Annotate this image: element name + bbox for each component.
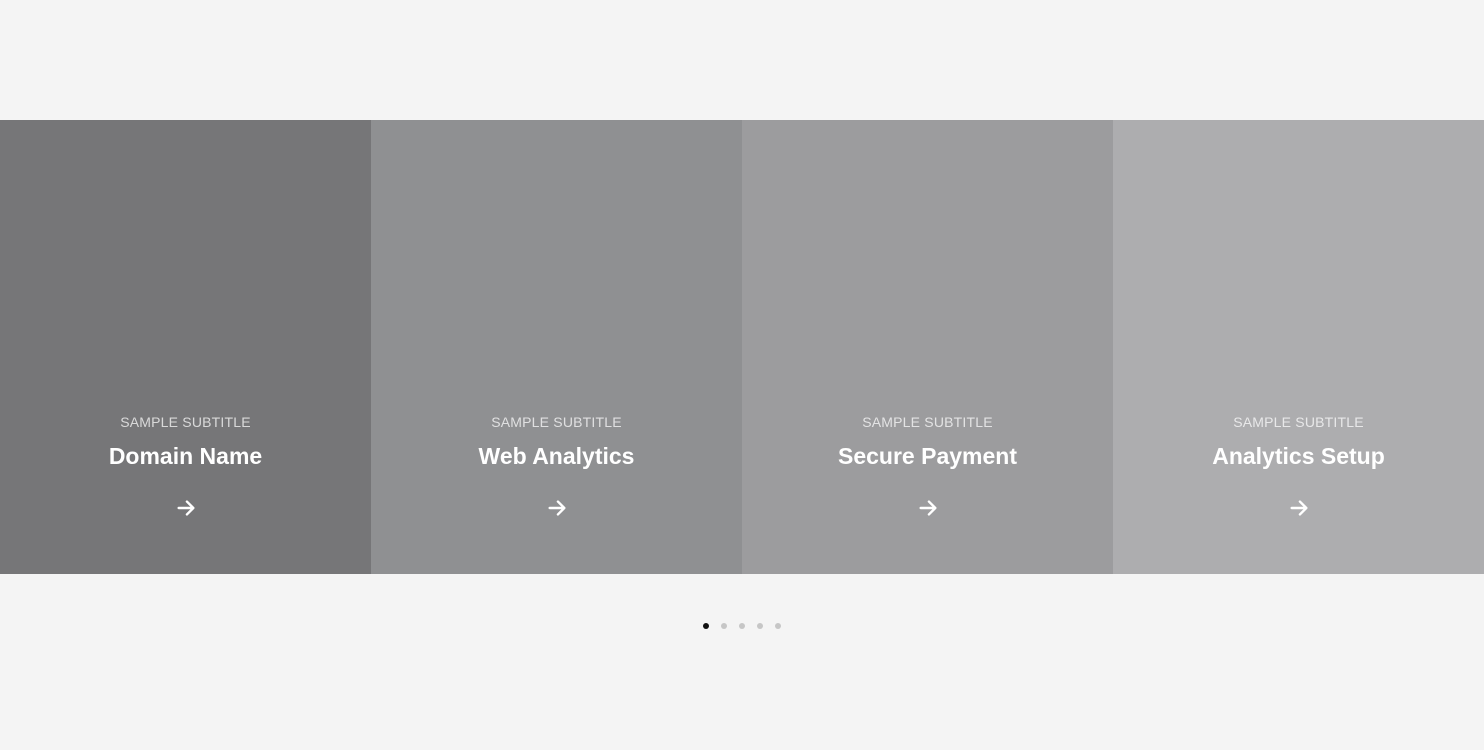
arrow-right-icon[interactable] [1288, 497, 1310, 519]
slide-subtitle: SAMPLE SUBTITLE [491, 414, 622, 430]
arrow-right-icon[interactable] [917, 497, 939, 519]
slide-subtitle: SAMPLE SUBTITLE [120, 414, 251, 430]
slide-content: SAMPLE SUBTITLE Domain Name [0, 414, 371, 524]
slide-title: Domain Name [108, 443, 263, 469]
pagination-dot[interactable] [721, 623, 727, 629]
pagination-dot[interactable] [775, 623, 781, 629]
slide-content: SAMPLE SUBTITLE Web Analytics [371, 414, 742, 524]
slide-title: Web Analytics [478, 443, 635, 469]
slide-card-secure-payment[interactable]: SAMPLE SUBTITLE Secure Payment [742, 120, 1113, 574]
arrow-right-icon[interactable] [546, 497, 568, 519]
slide-title: Analytics Setup [1212, 443, 1385, 469]
slide-card-analytics-setup[interactable]: SAMPLE SUBTITLE Analytics Setup [1113, 120, 1484, 574]
slide-subtitle: SAMPLE SUBTITLE [1233, 414, 1364, 430]
arrow-right-icon[interactable] [175, 497, 197, 519]
slide-subtitle: SAMPLE SUBTITLE [862, 414, 993, 430]
slide-title: Secure Payment [838, 443, 1017, 469]
service-slider: SAMPLE SUBTITLE Domain Name SAMPLE SUBTI… [0, 120, 1484, 574]
pagination-dot[interactable] [757, 623, 763, 629]
pagination-dot[interactable] [703, 623, 709, 629]
slider-pagination [0, 623, 1484, 629]
pagination-dot[interactable] [739, 623, 745, 629]
slide-card-domain-name[interactable]: SAMPLE SUBTITLE Domain Name [0, 120, 371, 574]
slide-content: SAMPLE SUBTITLE Secure Payment [742, 414, 1113, 524]
slide-card-web-analytics[interactable]: SAMPLE SUBTITLE Web Analytics [371, 120, 742, 574]
slide-content: SAMPLE SUBTITLE Analytics Setup [1113, 414, 1484, 524]
